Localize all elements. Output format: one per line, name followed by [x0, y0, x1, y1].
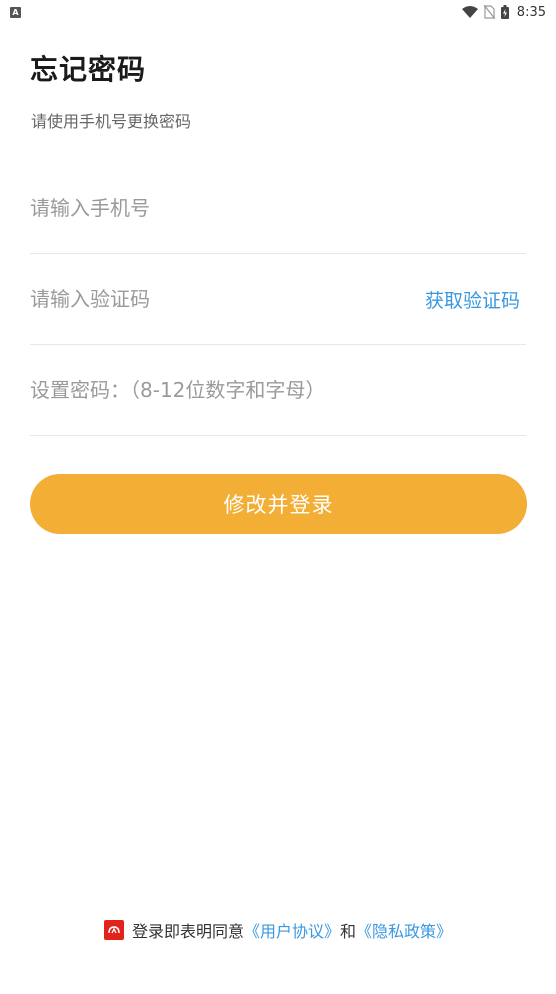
- phone-field-row: [30, 163, 526, 254]
- page-subtitle: 请使用手机号更换密码: [31, 112, 192, 131]
- user-agreement-link[interactable]: 《用户协议》: [244, 918, 340, 942]
- agreement-prefix: 登录即表明同意: [131, 922, 244, 941]
- new-password-input[interactable]: [30, 370, 526, 410]
- status-icons: 8:35: [461, 4, 546, 20]
- status-bar: A 8:35: [0, 0, 556, 24]
- agreement-and: 和: [340, 922, 357, 941]
- notification-a-icon: A: [10, 6, 21, 18]
- status-time: 8:35: [516, 4, 546, 20]
- code-field-row: 获取验证码: [30, 254, 526, 345]
- no-sim-icon: [483, 5, 495, 19]
- agree-checkbox[interactable]: [103, 920, 124, 940]
- password-field-row: [30, 345, 526, 436]
- check-logo-icon: [108, 926, 120, 934]
- agreement-row: 登录即表明同意 《用户协议》 和 《隐私政策》: [0, 918, 556, 942]
- page-title: 忘记密码: [30, 53, 147, 86]
- get-code-button[interactable]: 获取验证码: [425, 286, 520, 313]
- phone-input[interactable]: [30, 188, 526, 228]
- battery-icon: [500, 5, 509, 19]
- privacy-policy-link[interactable]: 《隐私政策》: [356, 918, 452, 942]
- wifi-icon: [461, 6, 478, 18]
- modify-and-login-button[interactable]: 修改并登录: [30, 474, 527, 534]
- verification-code-input[interactable]: [30, 279, 425, 319]
